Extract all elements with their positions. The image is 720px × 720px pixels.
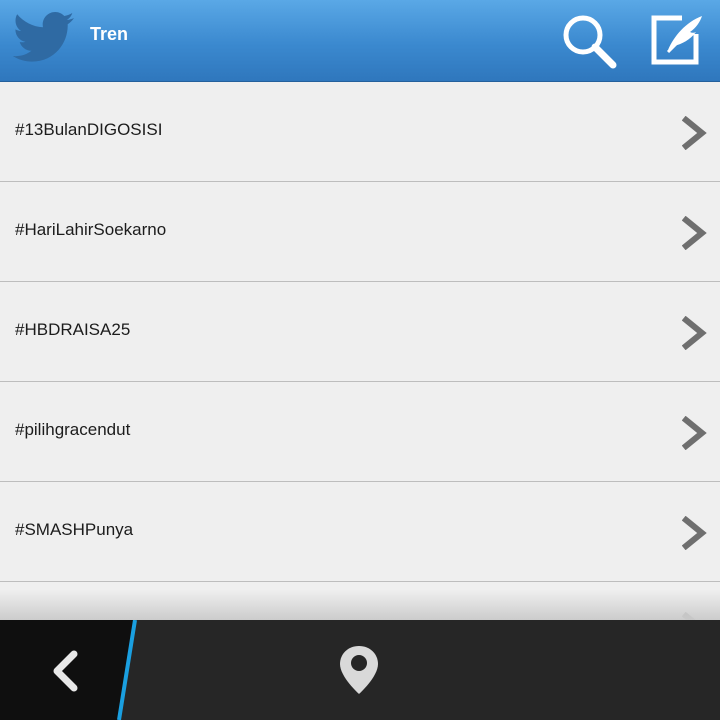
- trend-label: #HBDRAISA25: [15, 320, 131, 339]
- chevron-right-icon: [682, 612, 696, 620]
- trends-list: #13BulanDIGOSISI #HariLahirSoekarno #HBD…: [0, 82, 720, 620]
- chevron-right-icon: [682, 116, 707, 150]
- list-item[interactable]: #pilihgracendut: [0, 382, 720, 482]
- back-button[interactable]: [0, 620, 140, 720]
- compose-button[interactable]: [648, 12, 706, 70]
- trend-label: #13BulanDIGOSISI: [15, 120, 163, 139]
- location-pin-icon: [340, 646, 378, 694]
- list-item[interactable]: #HBDRAISA25: [0, 282, 720, 382]
- search-button[interactable]: [560, 12, 618, 70]
- compose-icon: [651, 15, 702, 65]
- chevron-right-icon: [682, 216, 707, 250]
- list-item[interactable]: #HariLahirSoekarno: [0, 182, 720, 282]
- chevron-right-icon: [682, 316, 707, 350]
- trend-label: #SMASHPunya: [15, 520, 134, 539]
- chevron-right-icon: [682, 416, 707, 450]
- list-item[interactable]: #SMASHPunya: [0, 482, 720, 582]
- bottom-action-bar: [0, 620, 720, 720]
- page-title: Tren: [90, 24, 129, 44]
- list-item[interactable]: [0, 582, 720, 620]
- twitter-bird-icon: [12, 12, 74, 62]
- back-chevron-icon: [53, 650, 78, 692]
- app-header: Tren: [0, 0, 720, 82]
- chevron-right-icon: [682, 516, 707, 550]
- trend-label: #HariLahirSoekarno: [15, 220, 167, 239]
- location-button[interactable]: [334, 644, 384, 696]
- trend-label: #pilihgracendut: [15, 420, 131, 439]
- list-item[interactable]: #13BulanDIGOSISI: [0, 82, 720, 182]
- search-icon: [563, 15, 617, 69]
